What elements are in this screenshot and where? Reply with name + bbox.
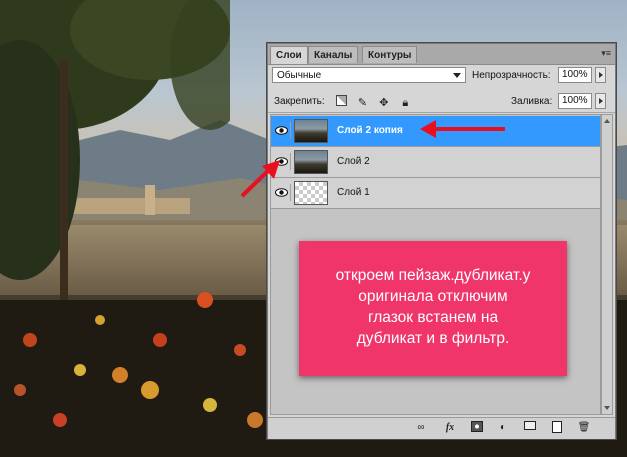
panel-tab-bar: Слои Каналы Контуры ▾≡: [268, 44, 615, 65]
lock-all-icon[interactable]: 🔒︎: [399, 97, 411, 109]
annotation-line: глазок встанем на: [367, 309, 499, 326]
blend-mode-value: Обычные: [277, 70, 322, 81]
layer-row[interactable]: Слой 2: [271, 147, 600, 178]
annotation-line: оригинала отключим: [358, 288, 508, 305]
tab-paths[interactable]: Контуры: [362, 46, 418, 63]
panel-footer: ∞ fx ◐ 🗑︎: [268, 417, 615, 439]
layer-name[interactable]: Слой 1: [337, 187, 370, 198]
layer-thumbnail: [294, 150, 328, 174]
scroll-down-icon[interactable]: [604, 406, 610, 410]
eye-icon[interactable]: [273, 153, 291, 170]
lock-label: Закрепить:: [274, 96, 325, 107]
adjustment-layer-icon[interactable]: ◐: [496, 421, 510, 435]
fill-input[interactable]: 100%: [558, 93, 592, 109]
layers-scrollbar[interactable]: [601, 114, 613, 415]
layer-thumbnail: [294, 181, 328, 205]
tab-layers[interactable]: Слои: [270, 46, 308, 64]
lock-icons: ✎ ✥ 🔒︎: [336, 93, 416, 109]
fill-label: Заливка:: [511, 96, 553, 107]
lock-paint-icon[interactable]: ✎: [356, 97, 368, 109]
tab-channels[interactable]: Каналы: [308, 46, 359, 63]
opacity-label: Непрозрачность:: [472, 70, 551, 81]
layer-row[interactable]: Слой 1: [271, 178, 600, 209]
annotation-line: откроем пейзаж.дубликат.у: [335, 267, 531, 284]
scroll-up-icon[interactable]: [604, 119, 610, 123]
new-group-icon[interactable]: [523, 421, 537, 435]
layer-mask-icon[interactable]: [470, 421, 484, 435]
fx-icon[interactable]: fx: [443, 421, 457, 435]
annotation-text: откроем пейзаж.дубликат.у оригинала откл…: [299, 265, 567, 349]
new-layer-icon[interactable]: [550, 421, 564, 435]
opacity-input[interactable]: 100%: [558, 67, 592, 83]
panel-menu-icon[interactable]: ▾≡: [601, 48, 611, 59]
layer-thumbnail: [294, 119, 328, 143]
annotation-line: дубликат и в фильтр.: [356, 330, 510, 347]
link-layers-icon[interactable]: ∞: [414, 421, 428, 435]
eye-icon[interactable]: [273, 122, 291, 139]
divider: [268, 112, 615, 113]
layer-row[interactable]: Слой 2 копия: [271, 116, 600, 147]
annotation-note: откроем пейзаж.дубликат.у оригинала откл…: [299, 241, 567, 376]
lock-move-icon[interactable]: ✥: [378, 97, 390, 109]
eye-icon[interactable]: [273, 184, 291, 201]
chevron-down-icon: [453, 73, 461, 78]
layer-name[interactable]: Слой 2 копия: [337, 125, 403, 136]
layer-name[interactable]: Слой 2: [337, 156, 370, 167]
trash-icon[interactable]: 🗑︎: [577, 421, 591, 435]
blend-mode-select[interactable]: Обычные: [272, 67, 466, 83]
opacity-slider-arrow-icon[interactable]: [595, 67, 606, 83]
fill-slider-arrow-icon[interactable]: [595, 93, 606, 109]
lock-transparent-icon[interactable]: [336, 95, 347, 106]
